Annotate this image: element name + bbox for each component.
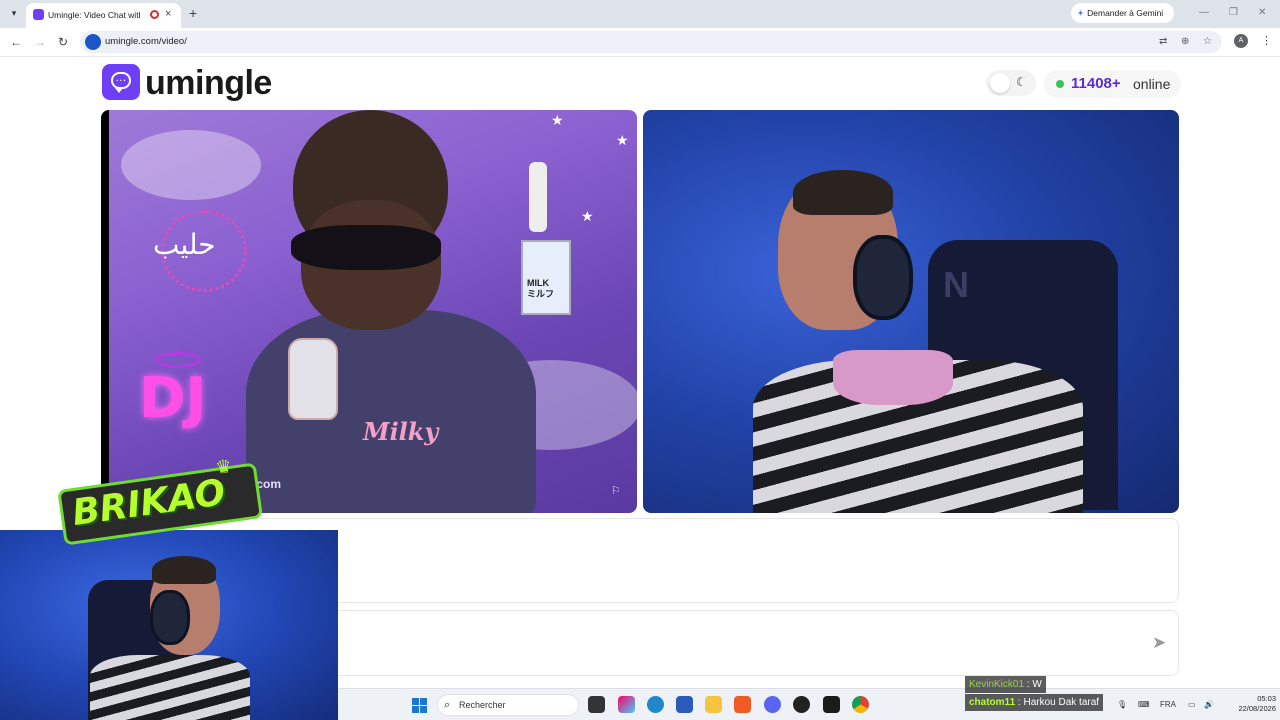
report-flag-icon[interactable]: ⚐ (611, 485, 621, 498)
cloud-shape (121, 130, 261, 200)
file-explorer-icon[interactable] (705, 696, 722, 713)
back-icon[interactable]: ← (10, 35, 22, 49)
headset-shape (853, 235, 913, 320)
moon-icon: ☾ (1016, 75, 1027, 89)
shirt-collar-shape (833, 350, 953, 405)
edge-icon[interactable] (647, 696, 664, 713)
webcam-shirt-shape (90, 655, 250, 720)
umingle-logo-icon[interactable]: ··· (102, 64, 140, 100)
recording-icon (150, 10, 159, 19)
umingle-favicon (33, 9, 44, 20)
crown-icon: ♛ (214, 455, 234, 478)
search-icon: ⌕ (444, 699, 451, 711)
dancer-figure (529, 162, 547, 232)
star-icon: ★ (581, 208, 594, 224)
milk-carton-shape: MILK ミルフ (521, 240, 571, 315)
stranger-video: MILK ミルフ حليب DJ Milky .com ★ ★ ★ ⚐ (101, 110, 637, 513)
chat-bubble-icon: ··· (111, 72, 131, 93)
brave-icon[interactable] (734, 696, 751, 713)
minimize-icon[interactable]: — (1199, 6, 1209, 19)
reload-icon[interactable]: ↻ (58, 35, 68, 49)
chair-logo-mark: N (943, 264, 969, 305)
windows-start-icon[interactable] (412, 698, 427, 713)
streamer-webcam-overlay (0, 530, 338, 720)
star-icon: ★ (616, 132, 629, 148)
send-icon[interactable]: ➤ (1152, 633, 1166, 653)
milk-bottle-shape (288, 338, 338, 420)
star-icon: ★ (551, 112, 564, 128)
task-view-icon[interactable] (588, 696, 605, 713)
chat-username: chatom11 (969, 697, 1016, 708)
video-left-edge (101, 110, 109, 513)
online-status-dot (1056, 80, 1064, 88)
kick-icon[interactable] (823, 696, 840, 713)
person-hair-shape (793, 170, 893, 215)
taskbar-search[interactable]: ⌕ Rechercher (437, 694, 579, 716)
obs-icon[interactable] (793, 696, 810, 713)
tab-title: Umingle: Video Chat with St (48, 10, 140, 20)
chat-message: W (1032, 679, 1042, 690)
chrome-icon[interactable] (852, 696, 869, 713)
browser-toolbar: ← → ↻ umingle.com/video/ ⇄ ⊕ ☆ (0, 28, 1280, 57)
milk-carton-subtext: ミルフ (527, 289, 555, 299)
theme-toggle-knob (990, 73, 1010, 93)
theme-toggle[interactable]: ☾ (986, 70, 1036, 96)
stream-chat-row: chatom11 : Harkou Dak taraf (965, 694, 1104, 711)
online-count: 11408+ (1071, 75, 1121, 92)
browser-tab-strip: ▾ Umingle: Video Chat with St × + ✦Deman… (0, 0, 1280, 28)
dj-sticker: DJ (139, 366, 207, 431)
chat-message: Harkou Dak taraf (1023, 697, 1100, 708)
online-label: online (1133, 76, 1171, 92)
online-counter: 11408+ online (1044, 70, 1181, 98)
webcam-hair-shape (152, 556, 216, 584)
browser-tab[interactable]: Umingle: Video Chat with St × (26, 3, 181, 28)
discord-icon[interactable] (764, 696, 781, 713)
copilot-icon[interactable] (618, 696, 635, 713)
chat-username: KevinKick01 (969, 679, 1025, 690)
arabic-sticker: حليب (153, 228, 216, 261)
close-tab-icon[interactable]: × (165, 8, 171, 21)
self-video: N (643, 110, 1179, 513)
site-info-icon[interactable] (85, 34, 101, 50)
profile-avatar[interactable]: A (1234, 34, 1248, 48)
gemini-label: Demander à Gemini (1087, 8, 1164, 18)
forward-icon[interactable]: → (34, 35, 46, 49)
url-text: umingle.com/video/ (105, 36, 187, 47)
bookmark-star-icon[interactable]: ☆ (1203, 35, 1212, 49)
maximize-icon[interactable]: ❐ (1229, 6, 1238, 19)
stream-chat-row: KevinKick01 : W (965, 676, 1046, 693)
store-icon[interactable] (676, 696, 693, 713)
milk-carton-text: MILK (527, 278, 549, 288)
gemini-icon: ✦ (1077, 8, 1085, 18)
webcam-headset-shape (150, 590, 190, 645)
sunglasses-shape (291, 225, 441, 270)
close-window-icon[interactable]: ✕ (1258, 6, 1266, 19)
milk-carton-label: MILK ミルフ (527, 278, 554, 300)
stream-chat-overlay: KevinKick01 : W chatom11 : Harkou Dak ta… (965, 676, 1280, 712)
new-tab-button[interactable]: + (189, 5, 197, 21)
address-bar[interactable]: umingle.com/video/ ⇄ ⊕ ☆ (80, 31, 1222, 53)
menu-kebab-icon[interactable]: ⋮ (1261, 35, 1272, 48)
gemini-button[interactable]: ✦ Demander à Gemini (1071, 3, 1174, 23)
taskbar-search-text: Rechercher (459, 700, 506, 710)
logo-text[interactable]: umingle (145, 61, 272, 105)
zoom-icon[interactable]: ⊕ (1181, 35, 1189, 49)
milky-shirt-text: Milky (363, 417, 439, 446)
translate-icon[interactable]: ⇄ (1159, 35, 1167, 49)
tab-search-chevron-icon[interactable]: ▾ (6, 5, 22, 21)
